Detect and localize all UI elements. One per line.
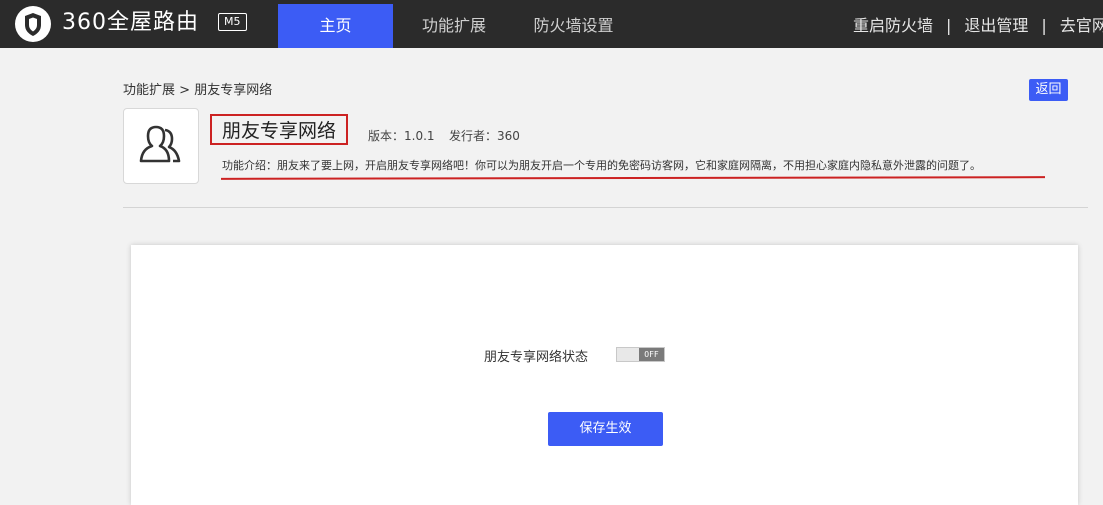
status-label: 朋友专享网络状态 bbox=[484, 350, 589, 365]
app-publisher: 发行者：360 bbox=[449, 129, 520, 143]
tab-extensions[interactable]: 功能扩展 bbox=[408, 4, 500, 48]
back-button[interactable]: 返回 bbox=[1029, 79, 1068, 101]
tab-firewall-settings[interactable]: 防火墙设置 bbox=[520, 4, 627, 48]
top-nav-bar: 360全屋路由 M5 主页 功能扩展 防火墙设置 重启防火墙 | 退出管理 | 去官网 bbox=[0, 0, 1103, 48]
breadcrumb-current: 朋友专享网络 bbox=[194, 83, 273, 98]
description-underline bbox=[220, 176, 1046, 180]
model-badge: M5 bbox=[218, 13, 247, 31]
brand-name: 360全屋路由 bbox=[62, 10, 199, 35]
save-button[interactable]: 保存生效 bbox=[548, 412, 663, 446]
logout-link[interactable]: 退出管理 bbox=[964, 16, 1028, 35]
tab-home[interactable]: 主页 bbox=[278, 4, 393, 48]
toggle-state: OFF bbox=[639, 348, 664, 361]
app-title: 朋友专享网络 bbox=[210, 114, 349, 145]
settings-card bbox=[131, 245, 1078, 505]
breadcrumb: 功能扩展 > 朋友专享网络 bbox=[123, 79, 272, 98]
separator: | bbox=[946, 16, 952, 35]
app-version: 版本：1.0.1 bbox=[368, 129, 435, 143]
breadcrumb-parent[interactable]: 功能扩展 bbox=[123, 83, 175, 98]
app-description: 功能介绍：朋友来了要上网，开启朋友专享网络吧！你可以为朋友开启一个专用的免密码访… bbox=[222, 159, 981, 172]
breadcrumb-separator: > bbox=[179, 83, 191, 98]
separator: | bbox=[1041, 16, 1047, 35]
divider bbox=[123, 207, 1088, 208]
user-group-icon bbox=[139, 125, 181, 163]
360-logo-icon[interactable] bbox=[14, 5, 52, 43]
header-right-links: 重启防火墙 | 退出管理 | 去官网 bbox=[853, 0, 1103, 48]
official-site-link[interactable]: 去官网 bbox=[1060, 16, 1103, 35]
restart-firewall-link[interactable]: 重启防火墙 bbox=[853, 16, 933, 35]
network-toggle[interactable]: OFF bbox=[616, 347, 665, 362]
app-icon-box bbox=[123, 108, 199, 184]
